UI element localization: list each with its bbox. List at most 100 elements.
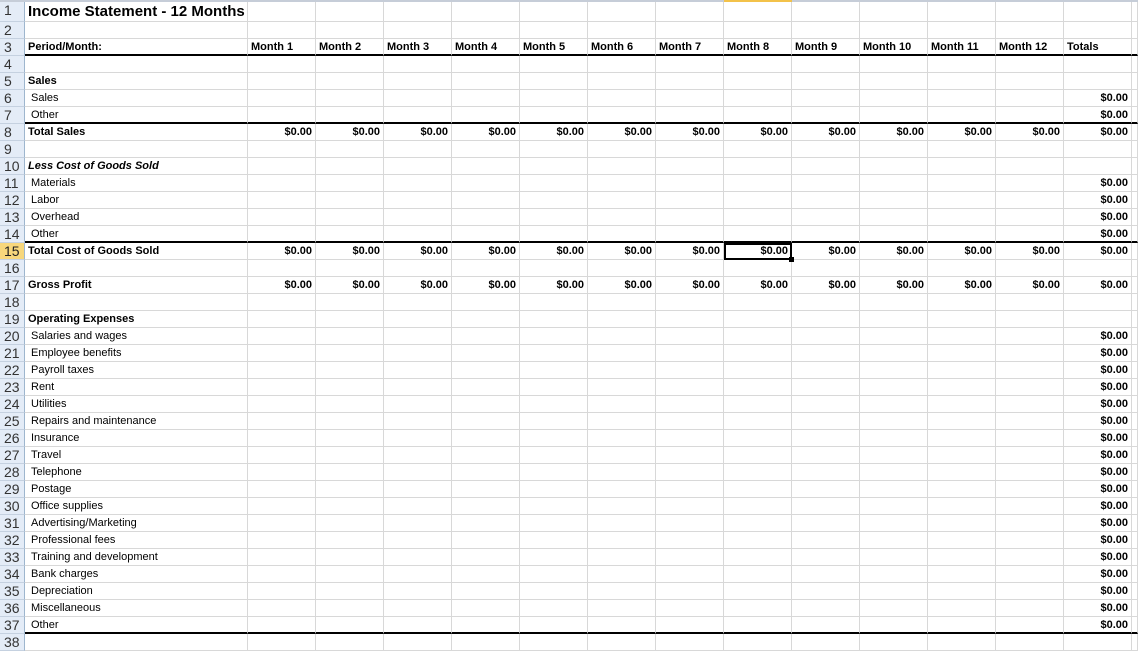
empty-cell[interactable]	[724, 481, 792, 498]
empty-cell[interactable]	[316, 22, 384, 39]
value-cell[interactable]: $0.00	[860, 124, 928, 141]
value-cell[interactable]: $0.00	[792, 124, 860, 141]
empty-cell[interactable]	[928, 617, 996, 634]
empty-cell[interactable]	[520, 464, 588, 481]
empty-cell[interactable]	[724, 2, 792, 22]
row-label[interactable]: Operating Expenses	[25, 311, 248, 328]
empty-cell[interactable]	[656, 311, 724, 328]
empty-cell[interactable]	[520, 226, 588, 243]
empty-cell[interactable]	[656, 2, 724, 22]
empty-cell[interactable]	[588, 515, 656, 532]
empty-cell[interactable]	[1132, 583, 1138, 600]
empty-cell[interactable]	[724, 328, 792, 345]
selected-cell[interactable]: $0.00	[724, 243, 794, 262]
empty-cell[interactable]	[996, 379, 1064, 396]
value-cell[interactable]: $0.00	[520, 277, 588, 294]
empty-cell[interactable]	[792, 583, 860, 600]
empty-cell[interactable]	[996, 447, 1064, 464]
empty-cell[interactable]	[1064, 158, 1132, 175]
empty-cell[interactable]	[1132, 617, 1138, 634]
value-cell[interactable]: $0.00	[792, 277, 860, 294]
empty-cell[interactable]	[520, 141, 588, 158]
empty-cell[interactable]	[452, 107, 520, 124]
empty-cell[interactable]	[248, 583, 316, 600]
empty-cell[interactable]	[860, 311, 928, 328]
empty-cell[interactable]	[928, 226, 996, 243]
empty-cell[interactable]	[316, 90, 384, 107]
empty-cell[interactable]	[588, 362, 656, 379]
empty-cell[interactable]	[1132, 39, 1138, 56]
empty-cell[interactable]	[452, 260, 520, 277]
empty-cell[interactable]	[452, 549, 520, 566]
row-label[interactable]: Telephone	[25, 464, 248, 481]
empty-cell[interactable]	[1064, 56, 1132, 73]
empty-cell[interactable]	[248, 498, 316, 515]
empty-cell[interactable]	[724, 294, 792, 311]
value-cell[interactable]: $0.00	[248, 277, 316, 294]
empty-cell[interactable]	[316, 413, 384, 430]
empty-cell[interactable]	[860, 294, 928, 311]
empty-cell[interactable]	[1064, 294, 1132, 311]
empty-cell[interactable]	[792, 90, 860, 107]
empty-cell[interactable]	[316, 566, 384, 583]
empty-cell[interactable]	[656, 158, 724, 175]
empty-cell[interactable]	[928, 549, 996, 566]
empty-cell[interactable]	[316, 379, 384, 396]
empty-cell[interactable]	[1132, 22, 1138, 39]
empty-cell[interactable]	[1064, 260, 1132, 277]
empty-cell[interactable]	[1132, 192, 1138, 209]
empty-cell[interactable]	[384, 515, 452, 532]
total-value-cell[interactable]: $0.00	[1064, 90, 1132, 107]
empty-cell[interactable]	[656, 583, 724, 600]
empty-cell[interactable]	[520, 158, 588, 175]
empty-cell[interactable]	[724, 158, 792, 175]
empty-cell[interactable]	[520, 413, 588, 430]
row-header[interactable]: 30	[0, 498, 25, 515]
empty-cell[interactable]	[384, 209, 452, 226]
empty-cell[interactable]	[1132, 209, 1138, 226]
empty-cell[interactable]	[248, 22, 316, 39]
empty-cell[interactable]	[1132, 2, 1138, 22]
empty-cell[interactable]	[656, 566, 724, 583]
empty-cell[interactable]	[928, 464, 996, 481]
empty-cell[interactable]	[588, 90, 656, 107]
total-value-cell[interactable]: $0.00	[1064, 515, 1132, 532]
empty-cell[interactable]	[996, 260, 1064, 277]
empty-cell[interactable]	[316, 294, 384, 311]
value-cell[interactable]: $0.00	[520, 124, 588, 141]
empty-cell[interactable]	[316, 107, 384, 124]
total-value-cell[interactable]: $0.00	[1064, 107, 1132, 124]
empty-cell[interactable]	[452, 192, 520, 209]
empty-cell[interactable]	[860, 396, 928, 413]
empty-cell[interactable]	[792, 22, 860, 39]
period-label[interactable]: Period/Month:	[25, 39, 248, 56]
empty-cell[interactable]	[724, 362, 792, 379]
empty-cell[interactable]	[724, 90, 792, 107]
empty-cell[interactable]	[860, 583, 928, 600]
empty-cell[interactable]	[452, 447, 520, 464]
empty-cell[interactable]	[316, 73, 384, 90]
total-value-cell[interactable]: $0.00	[1064, 226, 1132, 243]
empty-cell[interactable]	[384, 498, 452, 515]
empty-cell[interactable]	[996, 413, 1064, 430]
empty-cell[interactable]	[656, 73, 724, 90]
empty-cell[interactable]	[384, 22, 452, 39]
empty-cell[interactable]	[316, 345, 384, 362]
row-header[interactable]: 22	[0, 362, 25, 379]
empty-cell[interactable]	[520, 209, 588, 226]
empty-cell[interactable]	[996, 141, 1064, 158]
empty-cell[interactable]	[792, 600, 860, 617]
empty-cell[interactable]	[860, 141, 928, 158]
empty-cell[interactable]	[452, 226, 520, 243]
empty-cell[interactable]	[724, 430, 792, 447]
empty-cell[interactable]	[248, 345, 316, 362]
row-label[interactable]: Employee benefits	[25, 345, 248, 362]
empty-cell[interactable]	[724, 515, 792, 532]
empty-cell[interactable]	[860, 447, 928, 464]
empty-cell[interactable]	[860, 345, 928, 362]
empty-cell[interactable]	[656, 294, 724, 311]
empty-cell[interactable]	[248, 192, 316, 209]
row-header[interactable]: 7	[0, 107, 25, 124]
empty-cell[interactable]	[792, 464, 860, 481]
empty-cell[interactable]	[860, 413, 928, 430]
